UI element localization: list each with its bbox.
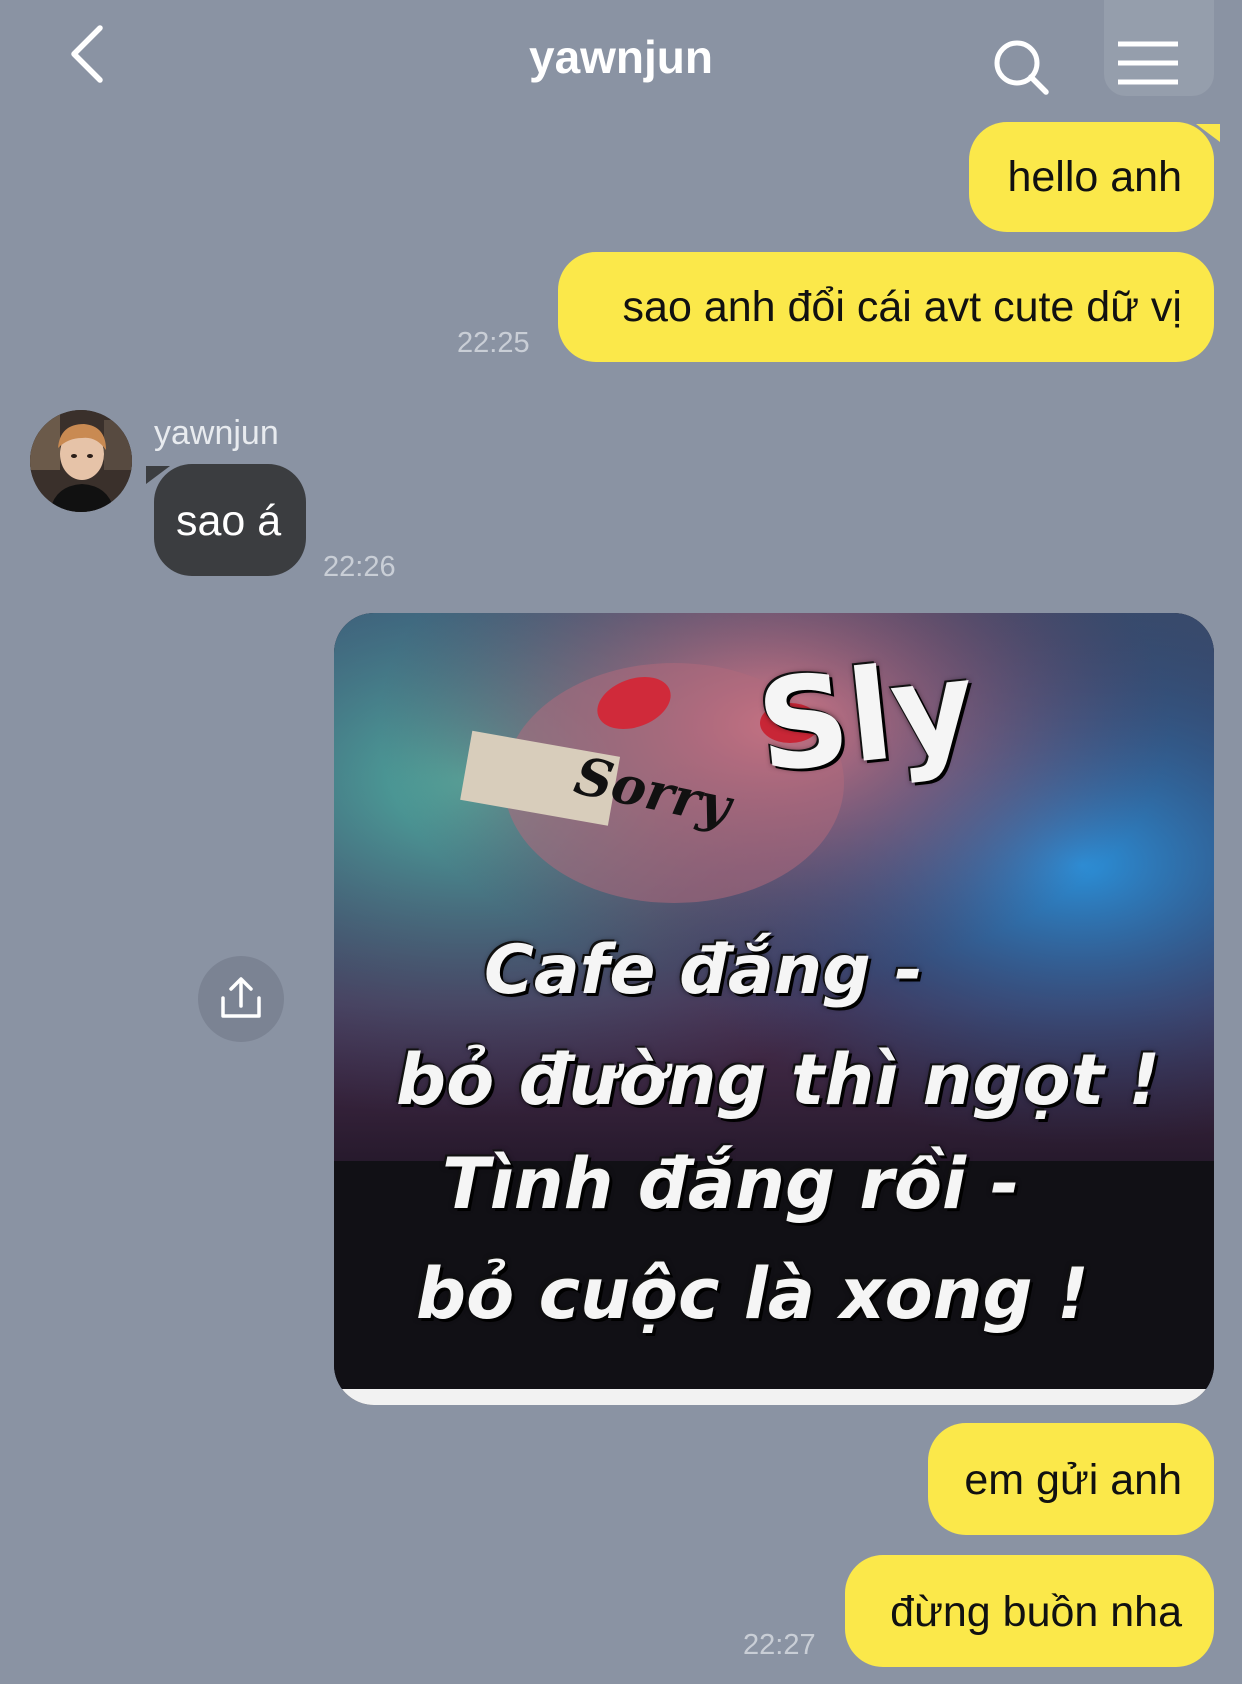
bubble-tail: [1196, 124, 1220, 142]
message-bubble-sent[interactable]: em gửi anh: [928, 1423, 1214, 1535]
message-bubble-sent[interactable]: hello anh: [969, 122, 1214, 232]
search-button[interactable]: [990, 36, 1056, 102]
message-bubble-sent[interactable]: sao anh đổi cái avt cute dữ vị: [558, 252, 1214, 362]
search-icon: [994, 40, 1049, 95]
menu-button[interactable]: [1104, 0, 1214, 96]
share-button[interactable]: [198, 956, 284, 1042]
hamburger-menu-icon: [1118, 41, 1178, 85]
image-text-line: Tình đắng rồi -: [442, 1143, 1020, 1225]
avatar[interactable]: [30, 410, 132, 512]
image-brand-text: Sly: [750, 632, 982, 801]
sender-name: yawnjun: [154, 414, 279, 452]
message-time: 22:25: [457, 327, 530, 359]
share-icon: [221, 977, 261, 1018]
message-time: 22:27: [743, 1629, 816, 1661]
message-bubble-sent[interactable]: đừng buồn nha: [845, 1555, 1214, 1667]
image-text-line: Cafe đắng -: [484, 931, 923, 1010]
image-message[interactable]: Sly Sorry Cafe đắng - bỏ đường thì ngọt …: [334, 613, 1214, 1405]
image-text-line: bỏ cuộc là xong !: [416, 1253, 1089, 1335]
profile-photo: [30, 410, 132, 512]
message-bubble-received[interactable]: sao á: [154, 464, 306, 576]
message-time: 22:26: [323, 551, 396, 583]
image-text-line: bỏ đường thì ngọt !: [396, 1039, 1161, 1121]
